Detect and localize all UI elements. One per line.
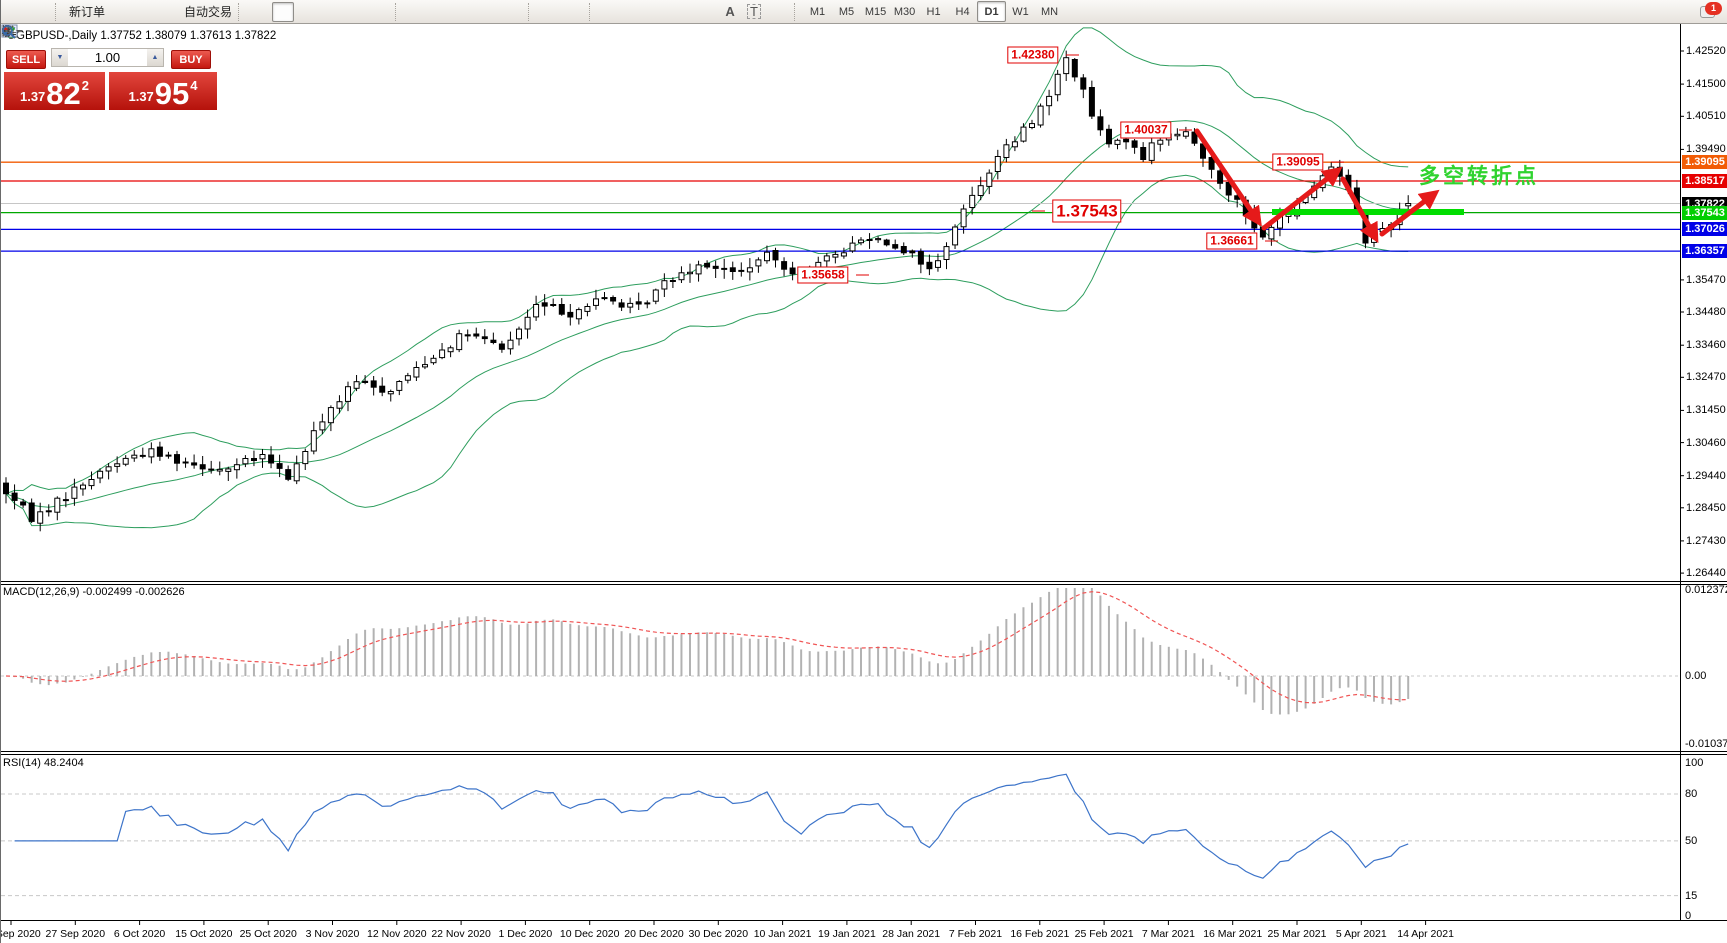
label-tool-icon[interactable]: T	[743, 2, 765, 22]
volume-increase-button[interactable]: ▲	[147, 49, 163, 66]
timeframe-button-m1[interactable]: M1	[803, 1, 832, 22]
timeframe-button-mn[interactable]: MN	[1035, 1, 1064, 22]
price-annotation-1.39095[interactable]: 1.39095	[1272, 154, 1323, 171]
notifications-icon[interactable]: 1	[1700, 3, 1720, 21]
price-annotation-1.40037[interactable]: 1.40037	[1120, 122, 1171, 139]
timeframe-button-h1[interactable]: H1	[919, 1, 948, 22]
crosshair-tool-icon[interactable]	[562, 2, 584, 22]
toolbar-separator	[589, 3, 594, 21]
buy-price-pip: 4	[190, 78, 197, 93]
macd-indicator	[1, 588, 1680, 715]
text-tool-icon[interactable]: A	[719, 2, 741, 22]
signals-icon[interactable]	[156, 2, 178, 22]
auto-scroll-icon[interactable]	[405, 2, 427, 22]
buy-button[interactable]: BUY	[171, 50, 211, 69]
price-annotation-1.35658[interactable]: 1.35658	[797, 267, 848, 284]
buy-price-small: 1.37	[128, 89, 153, 104]
buy-price-display[interactable]: 1.37 95 4	[109, 72, 217, 110]
cursor-tool-icon[interactable]	[538, 2, 560, 22]
metaeditor-icon[interactable]	[108, 2, 130, 22]
line-chart-type-icon[interactable]	[296, 2, 318, 22]
market-watch-icon[interactable]	[4, 2, 26, 22]
price-annotation-1.36661[interactable]: 1.36661	[1206, 233, 1257, 250]
search-icon[interactable]	[1677, 2, 1699, 22]
rsi-line	[15, 774, 1409, 878]
trendline-tool-icon[interactable]	[647, 2, 669, 22]
sell-price-big: 82	[46, 81, 80, 107]
channel-tool-icon[interactable]: E	[671, 2, 693, 22]
autotrading-button[interactable]: 自动交易	[180, 2, 233, 22]
timeframe-toolbar: M1M5M15M30H1H4D1W1MN	[803, 1, 1064, 22]
toolbar-separator	[55, 3, 60, 21]
zoom-in-icon[interactable]	[320, 2, 342, 22]
periods-icon[interactable]	[477, 2, 499, 22]
volume-decrease-button[interactable]: ▼	[52, 49, 68, 66]
chart-note-text[interactable]: 多空转折点	[1419, 160, 1539, 190]
horizontal-line-tool-icon[interactable]	[623, 2, 645, 22]
templates-icon[interactable]	[501, 2, 523, 22]
volume-stepper[interactable]: ▼ 1.00 ▲	[51, 48, 164, 67]
timeframe-button-w1[interactable]: W1	[1006, 1, 1035, 22]
sell-button[interactable]: SELL	[6, 50, 46, 69]
new-order-button[interactable]: 新订单	[65, 2, 106, 22]
toolbar-separator	[794, 3, 799, 21]
sell-price-pip: 2	[82, 78, 89, 93]
notification-count-badge: 1	[1705, 2, 1722, 15]
sell-price-display[interactable]: 1.37 82 2	[4, 72, 105, 110]
trading-platform-window: 新订单 自动交易 E F A T M1M5M15M30	[0, 0, 1727, 943]
community-icon[interactable]	[132, 2, 154, 22]
sell-price-small: 1.37	[20, 89, 45, 104]
bar-chart-type-icon[interactable]	[248, 2, 270, 22]
toolbar-separator	[238, 3, 243, 21]
vertical-line-tool-icon[interactable]	[599, 2, 621, 22]
trend-arrow-0[interactable]	[1197, 131, 1258, 221]
timeframe-button-m15[interactable]: M15	[861, 1, 890, 22]
toolbar-separator	[395, 3, 400, 21]
new-order-label: 新订单	[69, 3, 105, 20]
volume-value[interactable]: 1.00	[68, 49, 147, 66]
rsi-indicator	[1, 774, 1680, 895]
toolbar: 新订单 自动交易 E F A T M1M5M15M30	[1, 0, 1727, 24]
fibonacci-tool-icon[interactable]: F	[695, 2, 717, 22]
timeframe-button-d1[interactable]: D1	[977, 1, 1006, 22]
zoom-out-icon[interactable]	[344, 2, 366, 22]
toolbar-separator	[528, 3, 533, 21]
timeframe-button-m5[interactable]: M5	[832, 1, 861, 22]
bollinger-lower	[6, 175, 1408, 527]
price-annotation-1.42380[interactable]: 1.42380	[1007, 47, 1058, 64]
price-annotation-1.37543[interactable]: 1.37543	[1052, 200, 1121, 223]
tile-windows-icon[interactable]	[368, 2, 390, 22]
candlestick-chart-type-icon[interactable]	[272, 2, 294, 22]
timeframe-button-h4[interactable]: H4	[948, 1, 977, 22]
indicators-icon[interactable]	[453, 2, 475, 22]
shapes-tool-icon[interactable]	[767, 2, 789, 22]
autotrading-label: 自动交易	[184, 3, 232, 20]
chart-shift-icon[interactable]	[429, 2, 451, 22]
timeframe-button-m30[interactable]: M30	[890, 1, 919, 22]
buy-price-big: 95	[155, 81, 189, 107]
strategy-tester-icon[interactable]	[28, 2, 50, 22]
